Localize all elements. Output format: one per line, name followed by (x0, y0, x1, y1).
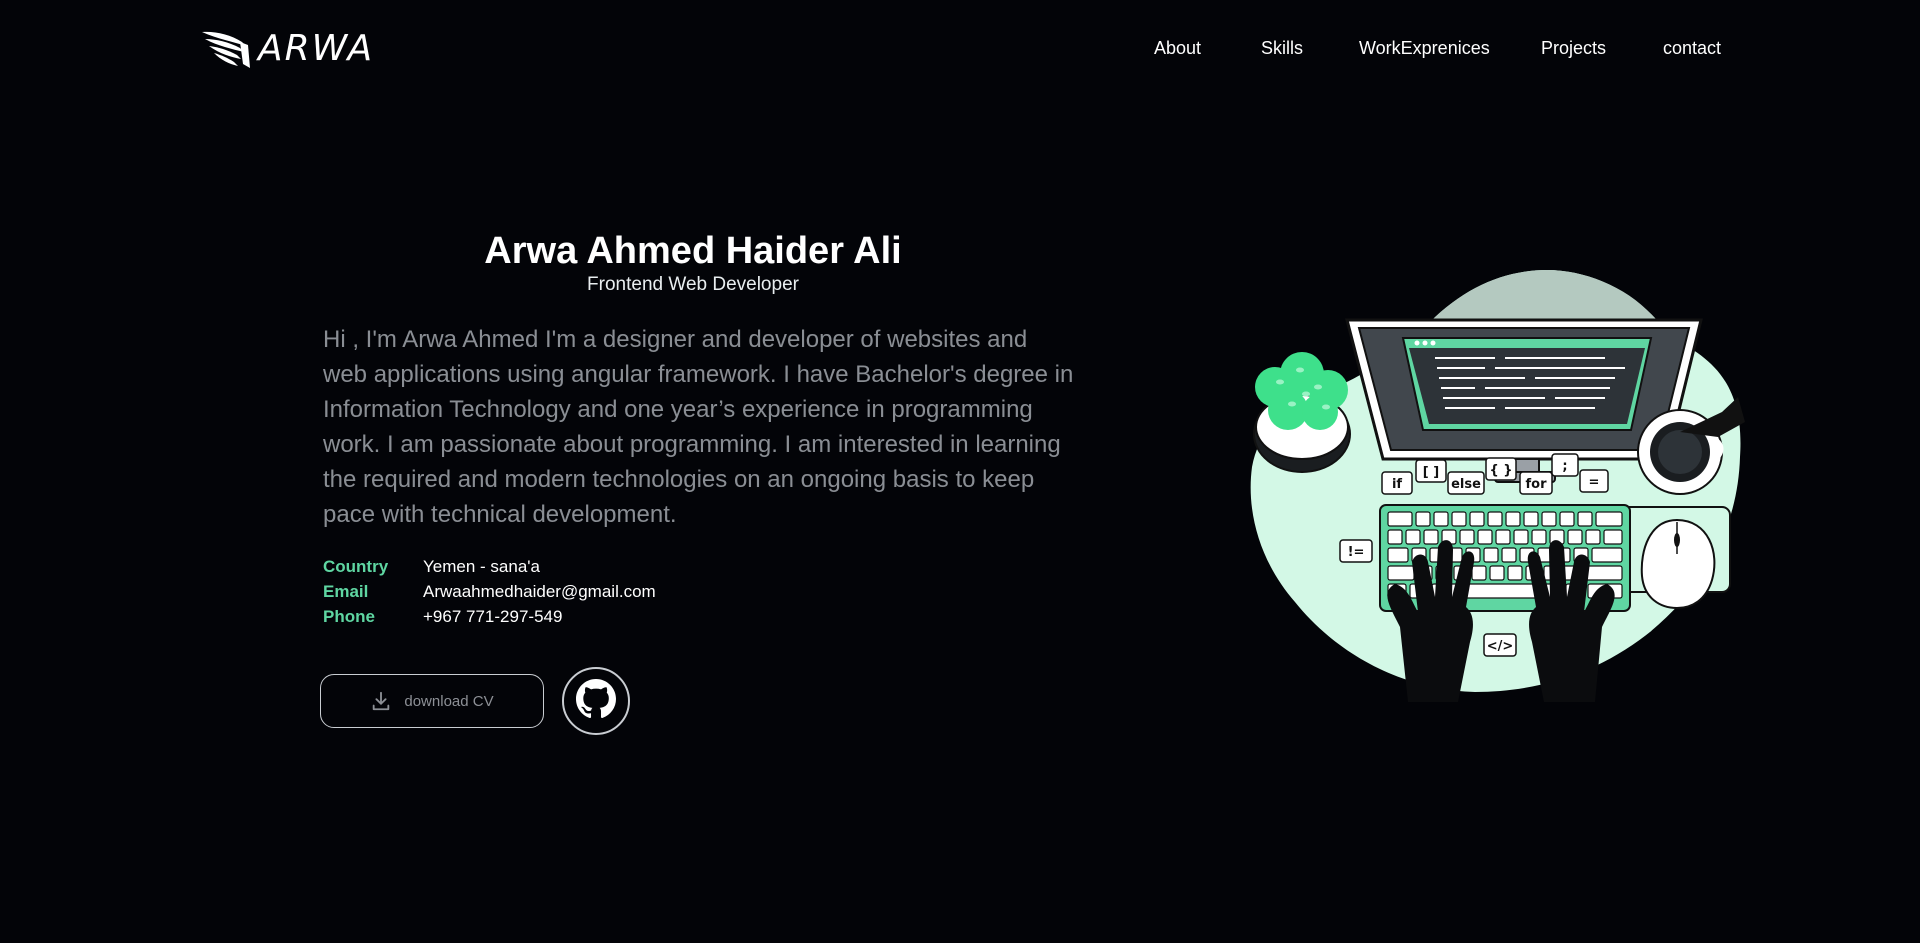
bubble-closing-tag: </> (1483, 633, 1517, 657)
bubble-for-text: for (1526, 477, 1548, 492)
bubble-equals: = (1579, 469, 1609, 493)
info-row-country: Country Yemen - sana'a (323, 554, 656, 579)
logo-text: ARWA (258, 28, 375, 69)
info-label: Phone (323, 606, 375, 626)
info-row-phone: Phone +967 771-297-549 (323, 604, 656, 629)
bubble-equals-text: = (1589, 475, 1600, 490)
bubble-not-equal-text: != (1348, 545, 1365, 560)
bubble-if-text: if (1392, 477, 1402, 492)
hero-bio: Hi , I'm Arwa Ahmed I'm a designer and d… (323, 326, 1074, 528)
nav-about[interactable]: About (1154, 38, 1201, 59)
bubble-semicolon: ; (1551, 453, 1579, 477)
bubble-not-equal: != (1339, 539, 1373, 563)
github-button[interactable] (562, 667, 630, 735)
developer-illustration: if [ ] else { } for ; = != </> (1240, 262, 1760, 707)
download-icon (370, 690, 392, 712)
nav-work-experiences[interactable]: WorkExprenices (1359, 38, 1490, 59)
nav-contact[interactable]: contact (1663, 38, 1721, 59)
site-logo[interactable]: ARWA (200, 28, 374, 70)
bubble-brackets-text: [ ] (1423, 465, 1439, 480)
info-value: Arwaahmedhaider@gmail.com (423, 581, 656, 601)
bubble-else: else (1447, 471, 1485, 495)
contact-info: Country Yemen - sana'a Email Arwaahmedha… (323, 554, 656, 629)
nav-skills[interactable]: Skills (1261, 38, 1303, 59)
plant (1253, 352, 1351, 473)
download-cv-label: download CV (404, 692, 494, 710)
hero-name: Arwa Ahmed Haider Ali (484, 230, 902, 272)
info-row-email: Email Arwaahmedhaider@gmail.com (323, 579, 656, 604)
bubble-if: if (1381, 471, 1413, 495)
bubble-for: for (1519, 471, 1553, 495)
bubble-braces-text: { } (1489, 463, 1512, 478)
info-value: Yemen - sana'a (423, 556, 540, 576)
download-cv-button[interactable]: download CV (320, 674, 544, 728)
hero-role: Frontend Web Developer (587, 274, 799, 295)
github-icon (576, 678, 616, 724)
bubble-brackets: [ ] (1415, 459, 1447, 483)
info-value: +967 771-297-549 (423, 606, 563, 626)
bubble-semicolon-text: ; (1562, 459, 1567, 474)
bubble-else-text: else (1451, 477, 1481, 492)
mouse (1640, 518, 1716, 610)
bubble-closing-tag-text: </> (1487, 639, 1514, 654)
wing-icon (200, 28, 252, 70)
nav-projects[interactable]: Projects (1541, 38, 1606, 59)
portfolio-page: ARWA About Skills WorkExprenices Project… (0, 0, 1920, 943)
info-label: Country (323, 556, 389, 576)
bubble-braces: { } (1485, 457, 1517, 481)
info-label: Email (323, 581, 369, 601)
